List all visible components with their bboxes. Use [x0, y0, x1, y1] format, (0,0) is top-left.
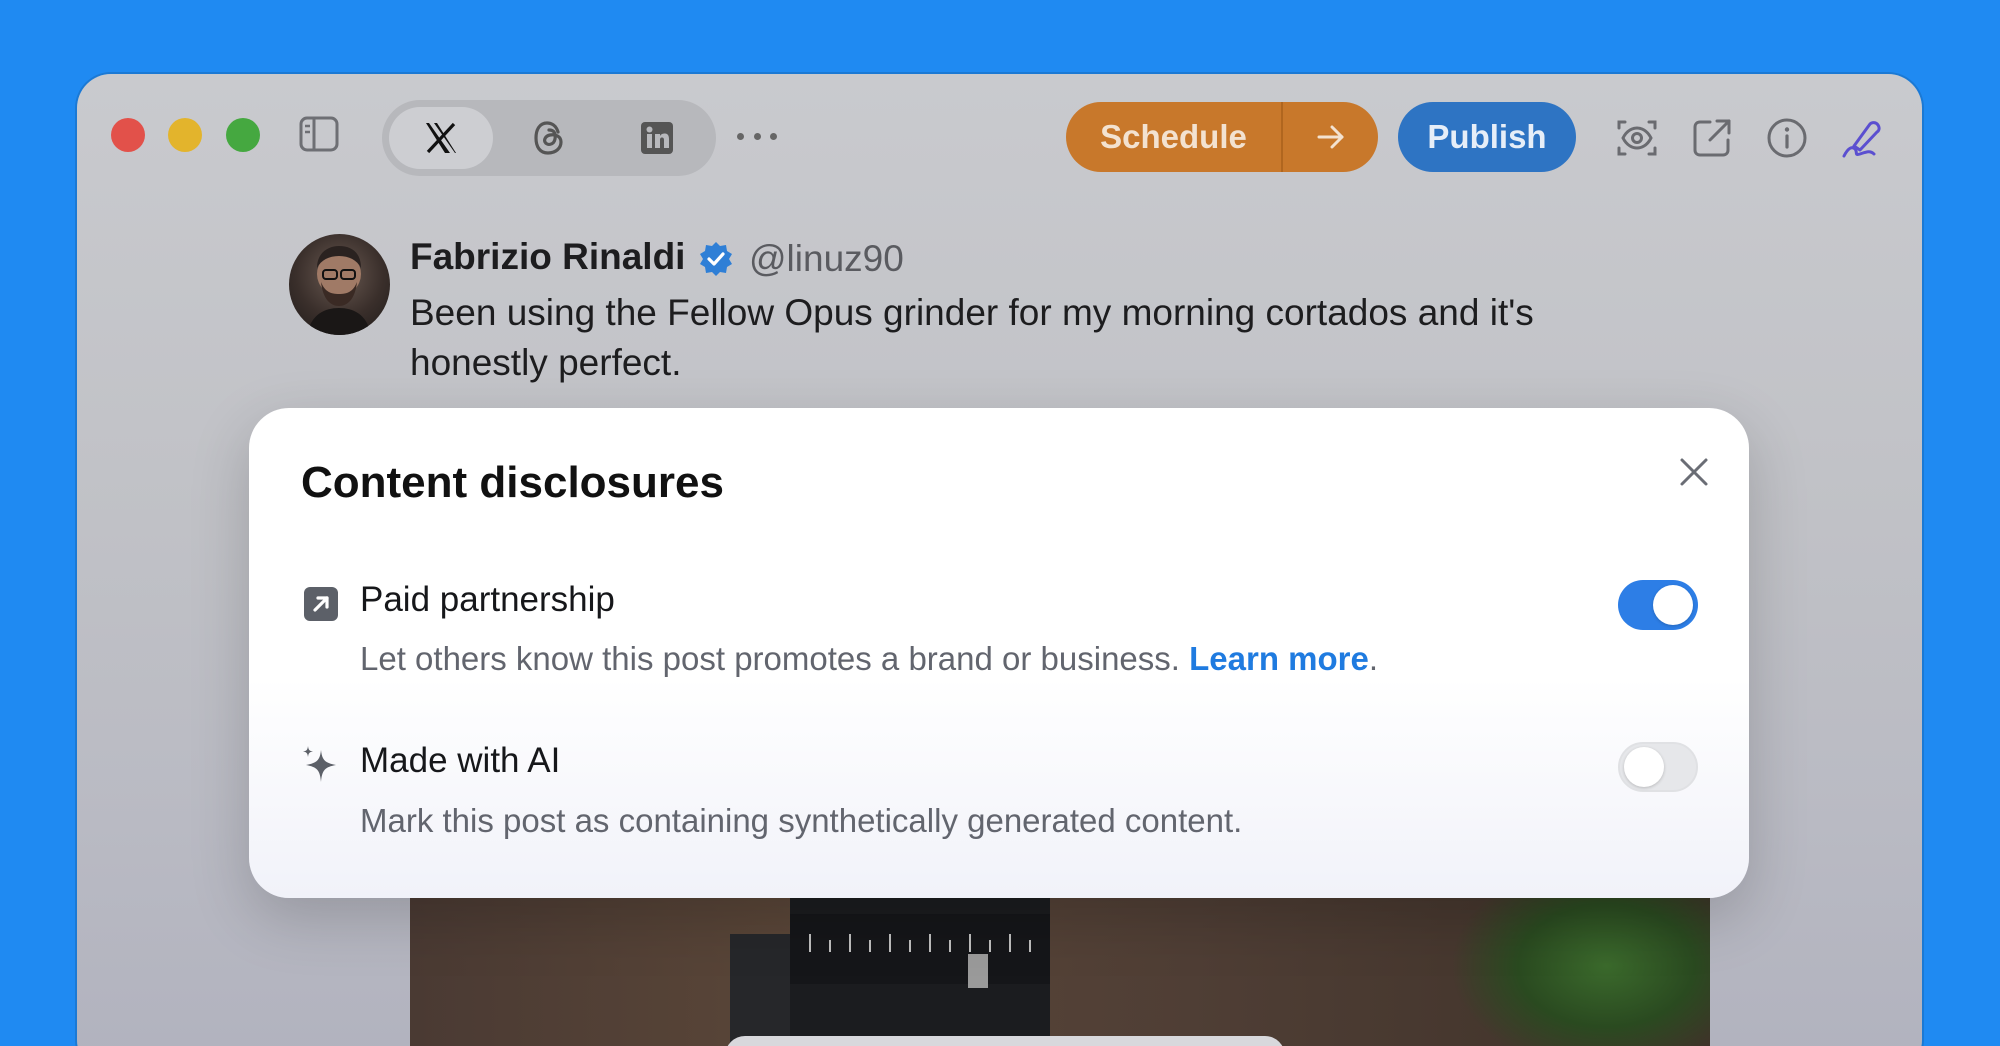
toggle-knob — [1624, 747, 1664, 787]
tab-linkedin[interactable] — [605, 107, 709, 169]
signature-pen-icon[interactable] — [1840, 116, 1884, 160]
modal-title: Content disclosures — [301, 458, 724, 507]
open-external-icon[interactable] — [1690, 116, 1734, 160]
zoom-window-button[interactable] — [226, 118, 260, 152]
made-with-ai-title: Made with AI — [360, 741, 561, 780]
preview-icon[interactable] — [1615, 116, 1659, 160]
paid-partnership-description: Let others know this post promotes a bra… — [360, 640, 1378, 678]
paid-partnership-icon — [301, 584, 341, 624]
avatar — [289, 234, 390, 335]
tab-threads[interactable] — [497, 107, 601, 169]
more-options-icon[interactable] — [737, 126, 777, 146]
minimize-window-button[interactable] — [168, 118, 202, 152]
author-name: Fabrizio Rinaldi — [410, 236, 686, 277]
verified-badge-icon — [697, 240, 735, 278]
learn-more-link[interactable]: Learn more — [1189, 640, 1369, 677]
paid-partnership-toggle[interactable] — [1618, 580, 1698, 630]
paid-partnership-title: Paid partnership — [360, 580, 615, 619]
info-icon[interactable] — [1765, 116, 1809, 160]
close-icon[interactable] — [1676, 454, 1712, 490]
schedule-next-button[interactable] — [1283, 102, 1378, 172]
description-suffix: . — [1368, 640, 1379, 677]
sparkles-icon — [299, 744, 339, 784]
close-window-button[interactable] — [111, 118, 145, 152]
media-toolbar[interactable] — [725, 1036, 1285, 1046]
content-disclosures-modal: Content disclosures Paid partnership Let… — [249, 408, 1749, 898]
toggle-knob — [1653, 585, 1693, 625]
sidebar-toggle-icon[interactable] — [299, 116, 339, 152]
post-text[interactable]: Been using the Fellow Opus grinder for m… — [410, 288, 1670, 388]
author-handle: @linuz90 — [749, 238, 904, 279]
x-logo-icon — [426, 122, 456, 154]
made-with-ai-description: Mark this post as containing synthetical… — [360, 802, 1243, 839]
publish-button[interactable]: Publish — [1398, 102, 1576, 172]
paid-partnership-description-text: Let others know this post promotes a bra… — [360, 640, 1180, 677]
tab-x[interactable] — [389, 107, 493, 169]
linkedin-logo-icon — [641, 122, 673, 154]
made-with-ai-toggle[interactable] — [1618, 742, 1698, 792]
threads-logo-icon — [534, 121, 563, 155]
schedule-button[interactable]: Schedule — [1066, 102, 1281, 172]
arrow-right-icon — [1317, 125, 1343, 149]
post-image — [410, 894, 1710, 1046]
schedule-button-group: Schedule — [1066, 102, 1378, 172]
platform-switcher — [382, 100, 716, 176]
